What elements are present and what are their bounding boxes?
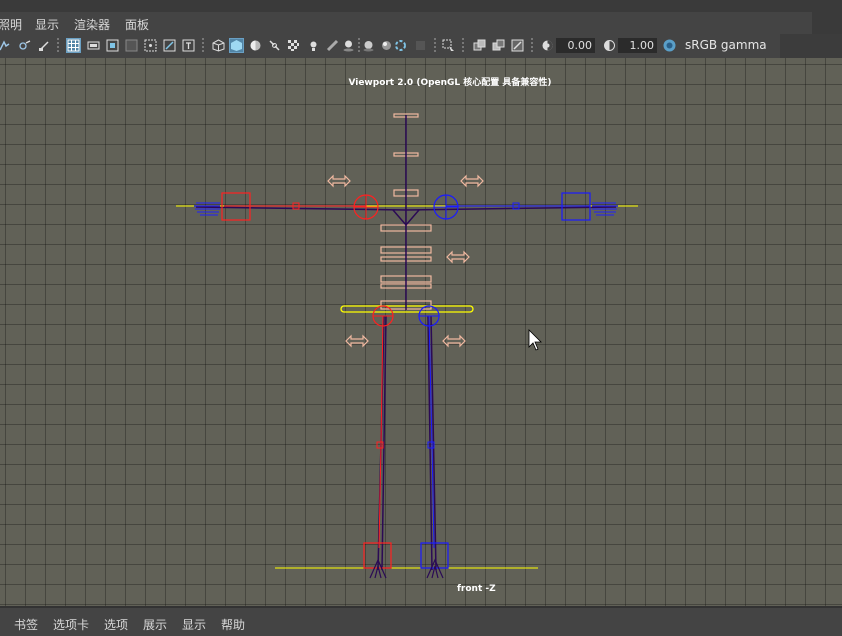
smooth-shade-icon[interactable] <box>229 38 244 53</box>
menu-bar-end <box>812 12 842 34</box>
menu-renderer[interactable]: 渲染器 <box>74 16 110 33</box>
ambient-occlusion-icon[interactable] <box>362 39 375 52</box>
xray-icon[interactable] <box>342 39 355 52</box>
grid-toggle-icon[interactable] <box>66 38 81 53</box>
gamma-icon[interactable] <box>603 39 616 52</box>
xray-joints-toggle-icon[interactable] <box>492 39 505 52</box>
menu-display[interactable]: 展示 <box>143 616 167 633</box>
camera-label: front -Z <box>457 584 496 594</box>
color-management-icon[interactable] <box>663 39 676 52</box>
select-camera-icon[interactable] <box>0 39 11 52</box>
bookmark-icon[interactable] <box>38 39 51 52</box>
film-gate-icon[interactable] <box>87 39 100 52</box>
toolbar-separator <box>462 38 464 54</box>
exposure-input[interactable]: 0.00 <box>556 38 595 53</box>
depth-of-field-icon[interactable] <box>414 39 427 52</box>
panel-toolbar: 0.00 1.00 sRGB gamma <box>0 34 842 58</box>
mouse-cursor-icon <box>528 329 542 351</box>
gate-mask-icon[interactable] <box>125 39 138 52</box>
panel-bottom-bar: 书签 选项卡 选项 展示 显示 帮助 <box>0 606 842 636</box>
panel-menu-bar: 照明 显示 渲染器 面板 <box>0 0 842 34</box>
backface-culling-icon[interactable] <box>511 39 524 52</box>
toolbar-separator <box>358 38 360 54</box>
left-knee-control <box>376 441 384 449</box>
left-hand <box>194 202 220 216</box>
toolbar-end <box>780 34 842 58</box>
anti-alias-icon[interactable] <box>394 39 407 52</box>
viewport-panel[interactable]: Viewport 2.0 (OpenGL 核心配置 具备兼容性) front -… <box>0 58 842 606</box>
menu-help[interactable]: 帮助 <box>221 616 245 633</box>
menu-tabs[interactable]: 选项卡 <box>53 616 89 633</box>
safe-action-icon[interactable] <box>163 39 176 52</box>
menu-bookmarks[interactable]: 书签 <box>14 616 38 633</box>
menu-bar-stripe <box>0 0 842 12</box>
toolbar-separator <box>57 38 59 54</box>
menu-panels[interactable]: 面板 <box>125 16 149 33</box>
resolution-gate-icon[interactable] <box>106 39 119 52</box>
toolbar-separator <box>434 38 436 54</box>
motion-blur-icon[interactable] <box>380 39 393 52</box>
skeleton-bones <box>195 115 617 571</box>
color-space-label[interactable]: sRGB gamma <box>685 38 767 53</box>
left-side-bones <box>224 205 384 549</box>
lighting-icon[interactable] <box>307 39 320 52</box>
toolbar-separator <box>202 38 204 54</box>
safe-title-icon[interactable] <box>182 39 195 52</box>
right-hand <box>592 202 618 216</box>
right-foot-control <box>420 542 449 569</box>
character-rig[interactable] <box>0 58 842 606</box>
wireframe-icon[interactable] <box>212 39 225 52</box>
menu-show-bottom[interactable]: 显示 <box>182 616 206 633</box>
isolate-select-icon[interactable] <box>442 39 455 52</box>
toolbar-separator <box>531 38 533 54</box>
xray-joints-icon[interactable] <box>268 39 281 52</box>
menu-options[interactable]: 选项 <box>104 616 128 633</box>
gamma-input[interactable]: 1.00 <box>618 38 657 53</box>
field-chart-icon[interactable] <box>144 39 157 52</box>
shadows-icon[interactable] <box>326 39 339 52</box>
left-shoulder-control <box>353 194 379 220</box>
menu-lighting[interactable]: 照明 <box>0 16 22 33</box>
xray-active-icon[interactable] <box>473 39 486 52</box>
textured-icon[interactable] <box>287 39 300 52</box>
menu-show[interactable]: 显示 <box>35 16 59 33</box>
right-side-bones <box>428 205 590 549</box>
default-material-icon[interactable] <box>249 39 262 52</box>
camera-attributes-icon[interactable] <box>18 39 31 52</box>
right-shoulder-control <box>433 194 459 220</box>
exposure-icon[interactable] <box>541 39 554 52</box>
